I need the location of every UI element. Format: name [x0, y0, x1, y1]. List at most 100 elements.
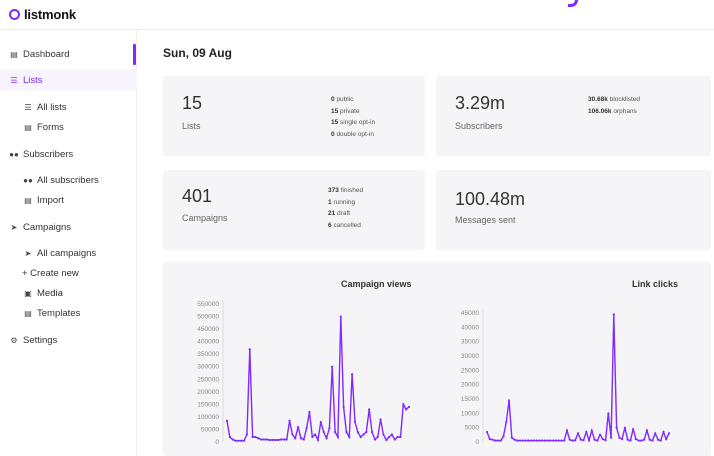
data-point	[527, 439, 530, 442]
data-point	[552, 439, 555, 442]
stat-row: 6 cancelled	[328, 221, 361, 229]
sidebar-item-campaigns[interactable]: ➤ Campaigns	[0, 216, 137, 238]
data-point	[268, 438, 271, 442]
data-point	[538, 439, 541, 442]
data-point	[225, 419, 229, 422]
series-line	[226, 316, 410, 443]
sidebar-item-subscribers[interactable]: ●● Subscribers	[0, 143, 137, 165]
campaign-views-chart[interactable]: 0 50000 100000 150000 200000 250000 300000 3500…	[173, 286, 423, 456]
sidebar-item-create-new[interactable]: + Create new	[0, 262, 137, 284]
data-point	[662, 430, 665, 434]
list-icon: ☰	[24, 102, 32, 112]
data-point	[491, 438, 494, 441]
app-logo[interactable]: listmonk	[9, 7, 76, 22]
data-point	[277, 438, 280, 442]
campaigns-card[interactable]: 401 Campaigns 373 finished 1 running 21 …	[163, 170, 425, 250]
app-name: listmonk	[24, 7, 76, 22]
data-point	[288, 419, 291, 422]
campaigns-stats: 373 finished 1 running 21 draft 6 cancel…	[328, 185, 363, 231]
data-point	[667, 432, 671, 435]
sidebar-item-forms[interactable]: ▤ Forms	[0, 116, 137, 138]
data-point	[257, 437, 260, 440]
import-icon: ▤	[24, 195, 32, 205]
data-point	[541, 439, 544, 442]
sidebar-item-all-subscribers[interactable]: ●● All subscribers	[0, 169, 137, 191]
messages-count: 100.48m	[455, 189, 526, 209]
sidebar-item-lists[interactable]: ☰ Lists	[0, 69, 137, 91]
form-icon: ▤	[24, 122, 32, 132]
data-point	[390, 433, 394, 436]
stat-row: 21 draft	[328, 210, 351, 217]
data-point	[336, 435, 340, 439]
charts-card: Campaign views Link clicks 0 50000 100000 1…	[163, 262, 711, 456]
data-point	[612, 313, 615, 316]
gear-icon: ⚙	[10, 335, 18, 345]
y-tick-label: 25000	[461, 367, 479, 374]
y-tick-label: 5000	[465, 425, 480, 432]
sidebar-item-settings[interactable]: ⚙ Settings	[0, 329, 137, 351]
data-point	[325, 437, 328, 440]
data-point	[634, 438, 638, 441]
data-point	[274, 438, 277, 442]
data-point	[587, 439, 591, 442]
data-point	[513, 438, 516, 441]
users-icon: ●●	[9, 149, 19, 159]
sidebar-item-dashboard[interactable]: ▤ Dashboard	[0, 43, 137, 65]
sidebar-item-label: All subscribers	[37, 174, 99, 186]
sidebar: ▤ Dashboard ☰ Lists ☰ All lists ▤ Forms …	[0, 30, 137, 456]
data-point	[499, 439, 502, 442]
data-point	[510, 436, 513, 439]
data-point	[521, 439, 524, 442]
data-point	[285, 438, 288, 441]
y-tick-label: 550000	[197, 301, 219, 308]
data-point	[618, 436, 621, 439]
data-point	[665, 438, 668, 441]
y-tick-label: 35000	[461, 339, 479, 346]
data-point	[546, 439, 549, 442]
data-point	[254, 435, 257, 439]
lists-card[interactable]: 15 Lists 0 public 15 private 15 single o…	[163, 76, 425, 156]
data-point	[488, 438, 491, 441]
link-clicks-chart[interactable]: 0 5000 10000 15000 20000 25000 30000 35000 40000…	[443, 286, 683, 456]
data-point	[348, 435, 351, 439]
campaigns-count: 401	[182, 186, 213, 206]
sidebar-item-media[interactable]: ▣ Media	[0, 282, 137, 304]
decorative-swoosh-icon	[568, 0, 578, 7]
y-tick-label: 15000	[461, 396, 479, 403]
y-tick-label: 40000	[461, 324, 479, 331]
messages-card[interactable]: 100.48m Messages sent	[436, 170, 711, 250]
data-point	[656, 438, 660, 441]
data-point	[382, 433, 385, 436]
data-point	[576, 432, 580, 435]
data-point	[279, 438, 283, 441]
sidebar-item-all-lists[interactable]: ☰ All lists	[0, 96, 137, 118]
data-point	[574, 439, 577, 442]
series-line	[486, 314, 670, 443]
data-point	[356, 430, 359, 434]
subscribers-card[interactable]: 3.29m Subscribers 30.68k blocklisted 106…	[436, 76, 711, 156]
subscribers-count: 3.29m	[455, 93, 506, 113]
sidebar-item-label: Import	[37, 194, 64, 206]
data-point	[376, 435, 379, 439]
data-point	[621, 438, 624, 441]
stat-row: 15 single opt-in	[331, 119, 376, 126]
y-tick-label: 50000	[201, 426, 219, 433]
data-point	[524, 439, 527, 442]
data-point	[571, 439, 574, 442]
y-tick-label: 350000	[197, 351, 219, 358]
data-point	[351, 373, 354, 376]
sidebar-item-templates[interactable]: ▤ Templates	[0, 302, 137, 324]
y-tick-label: 250000	[197, 376, 219, 383]
data-point	[604, 439, 607, 442]
rocket-icon: ➤	[24, 248, 32, 258]
data-point	[248, 348, 251, 351]
y-tick-label: 30000	[461, 353, 479, 360]
lists-stats: 0 public 15 private 15 single opt-in 0 d…	[331, 94, 375, 140]
sidebar-item-import[interactable]: ▤ Import	[0, 189, 137, 211]
campaigns-label: Campaigns	[182, 213, 228, 223]
data-point	[585, 430, 588, 434]
sidebar-item-label: Settings	[23, 334, 58, 346]
sidebar-item-all-campaigns[interactable]: ➤ All campaigns	[0, 242, 137, 264]
data-point	[640, 439, 643, 442]
sidebar-item-label: All campaigns	[37, 247, 97, 259]
